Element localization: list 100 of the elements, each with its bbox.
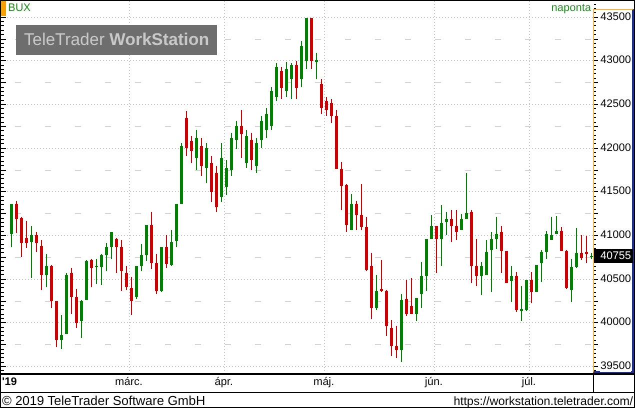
candle	[380, 260, 383, 292]
candle	[420, 262, 423, 308]
candle	[180, 143, 183, 204]
axis-label: 42500	[600, 98, 631, 110]
candle	[70, 268, 73, 314]
candle	[450, 210, 453, 242]
candle	[130, 277, 133, 315]
candle	[580, 235, 583, 260]
candle	[260, 116, 263, 148]
candle	[195, 130, 198, 170]
candle	[30, 226, 33, 278]
candle	[135, 266, 138, 299]
candle	[155, 254, 158, 294]
candle	[160, 247, 163, 292]
candle	[235, 121, 238, 149]
candle	[210, 156, 213, 202]
candle	[220, 143, 223, 202]
candle	[85, 260, 88, 300]
candle	[60, 315, 63, 349]
candle	[425, 239, 428, 291]
candle	[365, 217, 368, 271]
candle	[535, 265, 538, 292]
candle	[170, 230, 173, 266]
candle	[305, 18, 308, 69]
candle	[200, 138, 203, 176]
candle	[80, 300, 83, 338]
month-label: máj.	[313, 376, 334, 388]
symbol-label: BUX	[8, 2, 31, 14]
candle	[590, 253, 593, 259]
candle	[480, 262, 483, 295]
candle	[390, 320, 393, 356]
candle	[540, 250, 543, 282]
candle	[485, 240, 488, 275]
candle	[120, 240, 123, 291]
candle	[340, 162, 343, 210]
candle	[205, 143, 208, 183]
candle	[225, 160, 228, 195]
candle	[405, 280, 408, 316]
symbol-marker	[1, 1, 6, 16]
axis-label: 42000	[600, 142, 631, 154]
axis-label: 40000	[600, 316, 631, 328]
candle	[10, 204, 13, 247]
candle	[385, 290, 388, 336]
candle	[255, 138, 258, 173]
interval-label: naponta	[551, 2, 591, 14]
candle	[35, 232, 38, 252]
candle	[375, 275, 378, 310]
candle	[320, 79, 323, 114]
candle	[105, 243, 108, 271]
candle	[325, 97, 328, 116]
candle	[310, 18, 313, 69]
axis-label: 43000	[600, 54, 631, 66]
candle	[430, 215, 433, 239]
candle	[440, 205, 443, 266]
candle	[455, 210, 458, 240]
candle	[90, 259, 93, 287]
candle	[505, 251, 508, 283]
candle	[65, 273, 68, 334]
candle	[565, 250, 568, 289]
candle	[465, 173, 468, 219]
candle	[555, 216, 558, 234]
candle	[475, 239, 478, 286]
candle	[525, 280, 528, 311]
candle	[115, 238, 118, 273]
candle	[460, 214, 463, 230]
candle	[550, 217, 553, 240]
candle	[25, 221, 28, 248]
candle	[290, 63, 293, 99]
axis-label: 41500	[600, 185, 631, 198]
candle	[145, 225, 148, 261]
candle	[520, 286, 523, 321]
candle	[575, 228, 578, 268]
candle	[400, 294, 403, 362]
candle	[45, 254, 48, 287]
candle	[335, 110, 338, 169]
candle	[330, 99, 333, 123]
candle	[300, 41, 303, 87]
candle	[215, 166, 218, 212]
candle	[175, 204, 178, 247]
price-label: 40755	[594, 249, 633, 264]
candle	[545, 231, 548, 259]
candle	[495, 217, 498, 249]
month-label: júl.	[522, 376, 536, 388]
candle	[360, 184, 363, 230]
copyright-text: © 2019 TeleTrader Software GmbH	[2, 393, 206, 408]
candle	[40, 240, 43, 290]
candle	[125, 266, 128, 290]
month-label: jún.	[424, 376, 443, 388]
website-url: https://workstation.teletrader.com/	[454, 394, 633, 408]
candle	[240, 110, 243, 158]
candle	[345, 184, 348, 232]
candle	[15, 201, 18, 233]
candle	[95, 259, 98, 284]
candle	[100, 254, 103, 285]
candle	[230, 133, 233, 176]
candle	[55, 301, 58, 347]
candle	[190, 136, 193, 163]
candle	[285, 62, 288, 97]
candle	[395, 326, 398, 358]
candle	[500, 226, 503, 273]
